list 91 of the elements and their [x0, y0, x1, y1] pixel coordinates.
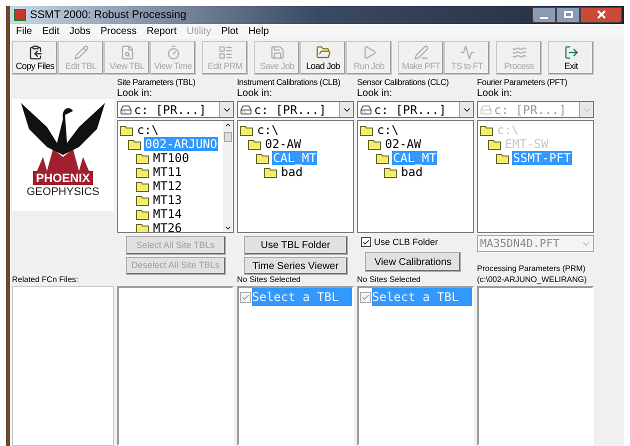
folder-label[interactable]: c:\	[376, 123, 400, 138]
panel-title: Instrument Calibrations (CLB)	[237, 77, 340, 88]
logo-subtitle: GEOPHYSICS	[26, 185, 100, 200]
panel-title: Sensor Calibrations (CLC)	[357, 77, 449, 88]
folder-label[interactable]: c:\	[256, 123, 280, 138]
drive-dropdown[interactable]: c: [PR...]	[357, 101, 474, 118]
logo-name: PHOENIX	[32, 171, 93, 186]
look-in-label: Look in:	[477, 88, 514, 100]
folder-icon	[368, 138, 382, 150]
checkbox[interactable]	[360, 292, 371, 302]
toolbar-button[interactable]: Load Job	[300, 41, 346, 76]
app-icon	[14, 8, 26, 21]
folder-icon	[316, 44, 330, 60]
drive-dropdown[interactable]: c: [PR...]	[117, 101, 234, 118]
folder-icon	[384, 166, 398, 178]
drive-dropdown[interactable]: c: [PR...]	[237, 101, 354, 118]
folder-icon	[496, 152, 510, 164]
window-title: SSMT 2000: Robust Processing	[30, 8, 186, 23]
folder-label[interactable]: MT14	[152, 207, 183, 222]
close-icon	[596, 10, 606, 20]
folder-label[interactable]: c:\	[136, 123, 160, 138]
related-files-label: Related FCn Files:	[12, 275, 78, 286]
form-icon	[218, 44, 232, 60]
folder-label[interactable]: MT13	[152, 193, 183, 208]
drive-icon	[120, 104, 132, 116]
folder-label[interactable]: MT11	[152, 165, 183, 180]
menu-item[interactable]: Edit	[42, 24, 60, 40]
checkbox[interactable]	[240, 292, 251, 302]
panel-button[interactable]: View Calibrations	[365, 252, 461, 272]
menu-item[interactable]: Help	[248, 24, 269, 40]
waves-icon	[512, 44, 526, 60]
folder-label[interactable]: 02-AW	[264, 137, 302, 152]
checkbox[interactable]	[361, 237, 371, 248]
folder-icon	[136, 194, 150, 206]
folder-icon	[248, 138, 262, 150]
folder-icon	[488, 138, 502, 150]
folder-icon	[136, 222, 150, 232]
pencil-icon	[74, 44, 88, 60]
prm-path: (c:\002-ARJUNO_WELIRANG)	[477, 275, 587, 286]
exit-icon	[564, 44, 578, 60]
clipboard-icon	[28, 44, 42, 60]
panel-title: Site Parameters (TBL)	[117, 77, 196, 88]
maximize-button[interactable]	[556, 6, 580, 23]
folder-icon	[256, 152, 270, 164]
folder-icon	[120, 124, 134, 136]
folder-icon	[136, 208, 150, 220]
drive-icon	[480, 104, 492, 116]
scrollbar[interactable]	[223, 121, 233, 232]
look-in-label: Look in:	[237, 88, 274, 100]
drive-icon	[360, 104, 372, 116]
folder-label[interactable]: MT12	[152, 179, 183, 194]
folder-icon	[240, 124, 254, 136]
drive-icon	[240, 104, 252, 116]
panel-button[interactable]: Time Series Viewer	[244, 256, 348, 276]
look-in-label: Look in:	[117, 88, 154, 100]
menu-item[interactable]: Process	[100, 24, 137, 40]
folder-label[interactable]: MT26	[152, 221, 183, 232]
folder-label[interactable]: bad	[280, 165, 304, 180]
folder-icon	[136, 152, 150, 164]
toolbar-button[interactable]: Exit	[548, 41, 594, 76]
scrollbar-thumb[interactable]	[224, 132, 232, 142]
menu-item[interactable]: Jobs	[69, 24, 90, 40]
look-in-label: Look in:	[357, 88, 394, 100]
status-text: No Sites Selected	[357, 275, 421, 286]
menu-item[interactable]: Report	[146, 24, 177, 40]
menu-item[interactable]: File	[16, 24, 32, 40]
play-icon	[362, 44, 376, 60]
panel-button[interactable]: Use TBL Folder	[244, 236, 348, 255]
folder-icon	[376, 152, 390, 164]
stopwatch-icon	[166, 44, 180, 60]
panel-title: Fourier Parameters (PFT)	[477, 77, 568, 88]
prm-label: Processing Parameters (PRM)	[477, 264, 586, 274]
checkbox-label: Use CLB Folder	[374, 236, 438, 249]
folder-icon	[128, 138, 142, 150]
minimize-button[interactable]	[532, 6, 556, 23]
toolbar-button[interactable]: Copy Files	[12, 41, 58, 76]
folder-label[interactable]: MT100	[152, 151, 190, 166]
save-icon	[270, 44, 284, 60]
wave-icon	[460, 44, 474, 60]
folder-icon	[360, 124, 374, 136]
folder-label[interactable]: 02-AW	[384, 137, 422, 152]
folder-icon	[136, 180, 150, 192]
status-text: No Sites Selected	[237, 275, 301, 286]
folder-icon	[264, 166, 278, 178]
document-search-icon	[120, 44, 134, 60]
folder-label[interactable]: bad	[400, 165, 424, 180]
folder-icon	[136, 166, 150, 178]
close-button[interactable]	[580, 6, 622, 23]
menu-item[interactable]: Plot	[221, 24, 238, 40]
folder-icon	[480, 124, 494, 136]
pen-icon	[414, 44, 428, 60]
